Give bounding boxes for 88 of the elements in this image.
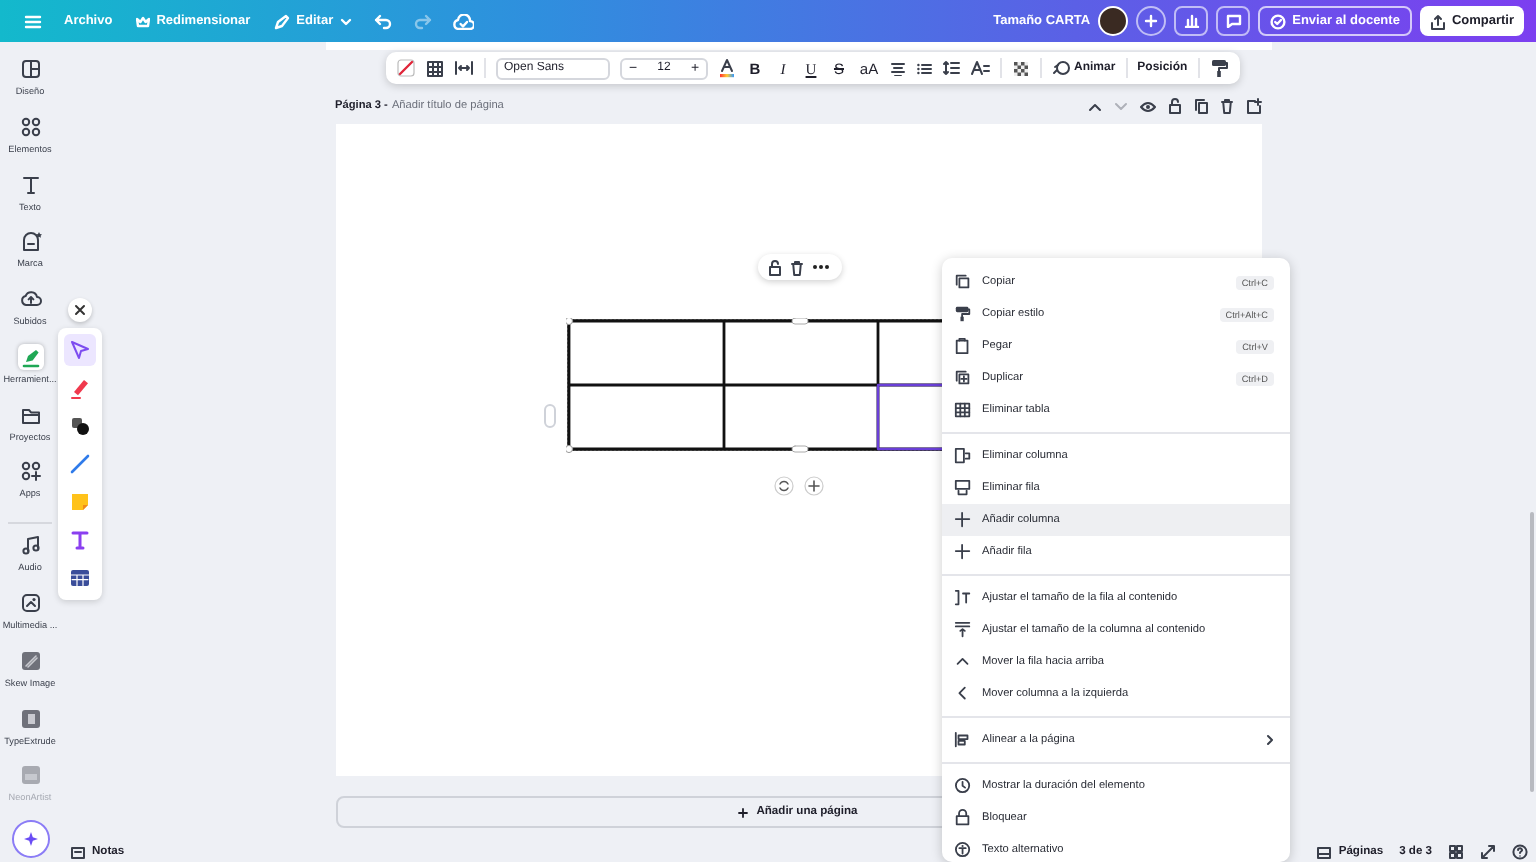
avatar[interactable] <box>1098 6 1129 36</box>
pencil-icon <box>274 13 291 29</box>
media-icon <box>19 592 41 615</box>
chevron-up-icon <box>1087 101 1101 111</box>
help-icon <box>1512 844 1528 860</box>
paint-roller-icon <box>954 304 972 324</box>
app-thumbnail-icon <box>19 707 41 730</box>
clock-icon <box>954 776 972 796</box>
sparkle-icon <box>21 830 39 849</box>
caret-icon <box>339 17 352 25</box>
chevron-down-icon <box>1113 101 1127 111</box>
accessibility-icon <box>954 840 972 860</box>
pen-icon <box>19 345 41 368</box>
insights-button[interactable] <box>1174 6 1209 36</box>
apps-icon <box>19 460 41 483</box>
trash-icon <box>789 259 804 275</box>
eye-icon <box>1139 99 1155 113</box>
column-width-icon <box>954 620 972 640</box>
duplicate-icon <box>954 368 972 388</box>
upload-icon <box>1429 13 1446 29</box>
table-icon <box>68 566 92 590</box>
elements-icon <box>19 115 41 138</box>
add-page-icon <box>1245 98 1261 114</box>
plus-icon <box>1144 14 1159 28</box>
grid-icon <box>1448 844 1464 860</box>
clipboard-icon <box>954 336 972 356</box>
redo-icon <box>413 12 434 30</box>
animate-icon <box>1052 60 1070 76</box>
list-icon <box>916 61 932 75</box>
column-icon <box>954 446 972 466</box>
pages-icon <box>1316 845 1333 859</box>
marker-icon <box>68 376 92 400</box>
app-thumbnail-icon <box>19 764 41 787</box>
trash-icon <box>1219 98 1233 114</box>
drag-handle[interactable] <box>543 404 555 428</box>
row-icon <box>954 478 972 498</box>
no-color-icon <box>396 58 416 78</box>
music-icon <box>19 534 41 557</box>
copy-icon <box>954 272 972 292</box>
align-icon <box>954 730 972 750</box>
comment-icon <box>1225 14 1242 28</box>
comment-button[interactable] <box>1216 6 1251 36</box>
lock-icon <box>954 808 972 828</box>
line-spacing-icon <box>942 60 960 76</box>
text-icon <box>19 173 41 196</box>
table-icon <box>426 59 444 77</box>
copy-icon <box>1193 98 1207 114</box>
brand-icon <box>19 230 41 253</box>
folder-icon <box>19 403 41 426</box>
plus-icon <box>738 807 749 817</box>
chevron-left-icon <box>954 684 972 704</box>
text-effects-icon <box>970 60 990 76</box>
align-center-icon <box>890 61 906 75</box>
cloud-upload-icon <box>19 288 41 311</box>
cloud-check-icon <box>452 13 475 29</box>
close-icon <box>74 304 86 316</box>
paint-roller-icon <box>1209 58 1228 78</box>
plus-icon <box>954 542 972 562</box>
more-icon <box>812 264 831 270</box>
line-icon <box>68 452 92 476</box>
table-icon <box>954 400 972 420</box>
app-thumbnail-icon <box>19 649 41 672</box>
crown-icon <box>136 15 151 27</box>
lock-icon <box>1167 98 1181 114</box>
row-height-icon <box>954 588 972 608</box>
notes-icon <box>70 845 86 859</box>
text-icon <box>68 528 92 552</box>
pointer-icon <box>68 338 92 362</box>
transparency-icon <box>1012 59 1030 77</box>
menu-icon <box>23 13 41 29</box>
rotate-icon <box>773 476 793 496</box>
spacing-icon <box>454 60 474 76</box>
bar-chart-icon <box>1183 14 1200 28</box>
sticky-note-icon <box>68 490 92 514</box>
layout-icon <box>19 58 41 80</box>
shapes-icon <box>68 414 92 438</box>
lock-icon <box>767 259 782 275</box>
text-color-icon <box>718 58 736 78</box>
check-circle-icon <box>1270 13 1287 29</box>
plus-icon <box>954 510 972 530</box>
magic-button[interactable] <box>11 820 49 859</box>
undo-icon <box>373 12 394 30</box>
scrollbar[interactable] <box>1530 512 1534 792</box>
expand-icon <box>1480 844 1496 860</box>
close-button[interactable] <box>68 298 92 322</box>
move-icon <box>803 476 823 496</box>
add-button[interactable] <box>1136 6 1167 36</box>
chevron-right-icon <box>1266 734 1274 746</box>
